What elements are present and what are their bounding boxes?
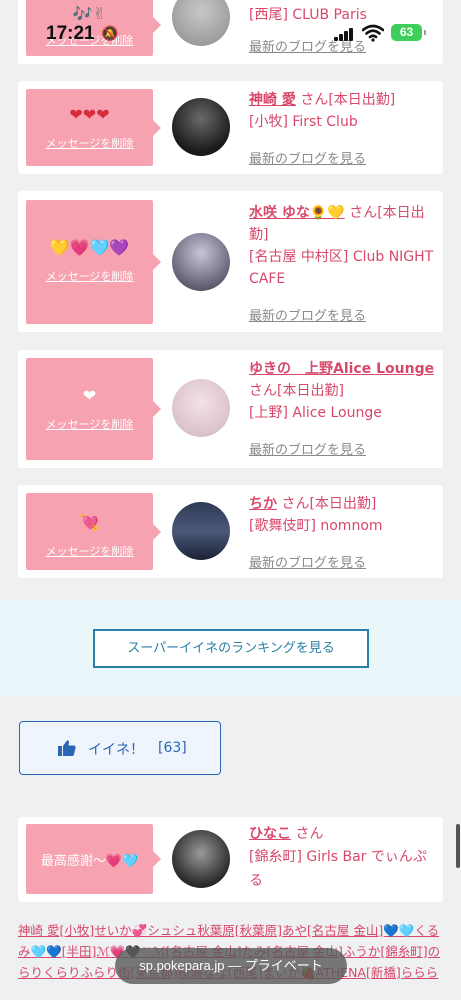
message-card: ❤ メッセージを削除 ゆきの 上野Alice Lounge さん[本日出勤] [… [18,350,443,468]
attendance-status: [本日出勤] [328,92,396,108]
message-emoji: 🎶✌ [72,4,107,23]
delete-message-link[interactable]: メッセージを削除 [26,268,153,284]
delete-message-link[interactable]: メッセージを削除 [26,416,153,432]
like-button[interactable]: イイネ！ [63] [19,721,221,775]
cast-name-link[interactable]: ひなこ [249,826,291,842]
latest-blog-link[interactable]: 最新のブログを見る [249,439,366,458]
delete-message-link[interactable]: メッセージを削除 [26,135,153,151]
cast-name-link[interactable]: ゆきの 上野Alice Lounge [249,361,434,377]
message-box: ❤ メッセージを削除 [26,358,161,460]
avatar[interactable] [172,379,230,437]
cast-info: 神崎 愛 さん[本日出勤] [小牧] First Club [249,89,439,133]
shop-label[interactable]: [西尾] CLUB Paris [249,7,367,23]
honorific: さん [300,92,329,108]
honorific: さん [281,496,310,512]
avatar[interactable] [172,98,230,156]
latest-blog-link[interactable]: 最新のブログを見る [249,148,366,167]
like-label: イイネ！ [88,742,144,758]
delete-message-link[interactable]: メッセージを削除 [26,543,153,559]
message-emoji: 💛💗🩵💜 [49,238,130,257]
honorific: さん [249,383,277,399]
avatar[interactable] [172,233,230,291]
honorific: さん [295,826,324,842]
cast-info: [西尾] CLUB Paris [249,4,439,26]
message-card: ❤❤❤ メッセージを削除 神崎 愛 さん[本日出勤] [小牧] First Cl… [18,81,443,174]
cast-name-link[interactable]: 水咲 ゆな🌻💛 [249,205,345,221]
shop-label[interactable]: [錦糸町] Girls Bar でぃんぷる [249,849,427,889]
message-card: 💛💗🩵💜 メッセージを削除 水咲 ゆな🌻💛 さん[本日出勤] [名古屋 中村区]… [18,191,443,332]
message-box: 🎶✌ メッセージを削除 [26,0,161,56]
message-box: 💛💗🩵💜 メッセージを削除 [26,200,161,324]
shop-label[interactable]: [上野] Alice Lounge [249,405,382,421]
avatar[interactable] [172,0,230,46]
browser-url-bar[interactable]: sp.pokepara.jp — プライベート [115,948,347,984]
honorific: さん [349,205,378,221]
attendance-status: [本日出勤] [309,496,377,512]
liked-card: 最高感謝〜💗🩵 ひなこ さん [錦糸町] Girls Bar でぃんぷる [18,817,443,902]
delete-message-link[interactable]: メッセージを削除 [26,32,153,48]
cast-info: 水咲 ゆな🌻💛 さん[本日出勤] [名古屋 中村区] Club NIGHT CA… [249,202,439,290]
message-box: ❤❤❤ メッセージを削除 [26,89,161,166]
ranking-section: スーパーイイネのランキングを見る [0,600,461,696]
shop-label[interactable]: [名古屋 中村区] Club NIGHT CAFE [249,249,433,287]
message-box: 💘 メッセージを削除 [26,493,161,570]
cast-info: ちか さん[本日出勤] [歌舞伎町] nomnom [249,493,439,537]
latest-blog-link[interactable]: 最新のブログを見る [249,305,366,324]
cast-name-link[interactable]: ちか [249,496,277,512]
shop-label[interactable]: [小牧] First Club [249,114,358,130]
message-emoji: ❤ [82,386,97,405]
message-box: 最高感謝〜💗🩵 [26,824,161,894]
avatar[interactable] [172,502,230,560]
page: 17:21 🔕 63 🎶✌ メッセージを削除 [西尾] CLUB Paris 最… [0,0,461,1000]
cast-info: ひなこ さん [錦糸町] Girls Bar でぃんぷる [249,823,439,893]
cast-info: ゆきの 上野Alice Lounge さん[本日出勤] [上野] Alice L… [249,358,439,424]
latest-blog-link[interactable]: 最新のブログを見る [249,36,366,55]
message-card: 💘 メッセージを削除 ちか さん[本日出勤] [歌舞伎町] nomnom 最新の… [18,485,443,578]
message-emoji: ❤❤❤ [69,105,110,124]
message-text: 最高感謝〜💗🩵 [40,854,139,869]
scroll-indicator[interactable] [456,824,460,868]
message-card: 🎶✌ メッセージを削除 [西尾] CLUB Paris 最新のブログを見る [18,0,443,64]
avatar[interactable] [172,830,230,888]
message-emoji: 💘 [79,513,100,532]
latest-blog-link[interactable]: 最新のブログを見る [249,552,366,571]
attendance-status: [本日出勤] [277,383,344,399]
thumbs-up-icon [58,740,76,756]
cast-name-link[interactable]: 神崎 愛 [249,92,296,108]
shop-label[interactable]: [歌舞伎町] nomnom [249,518,383,534]
like-count: [63] [158,740,187,756]
super-like-ranking-button[interactable]: スーパーイイネのランキングを見る [93,629,369,668]
